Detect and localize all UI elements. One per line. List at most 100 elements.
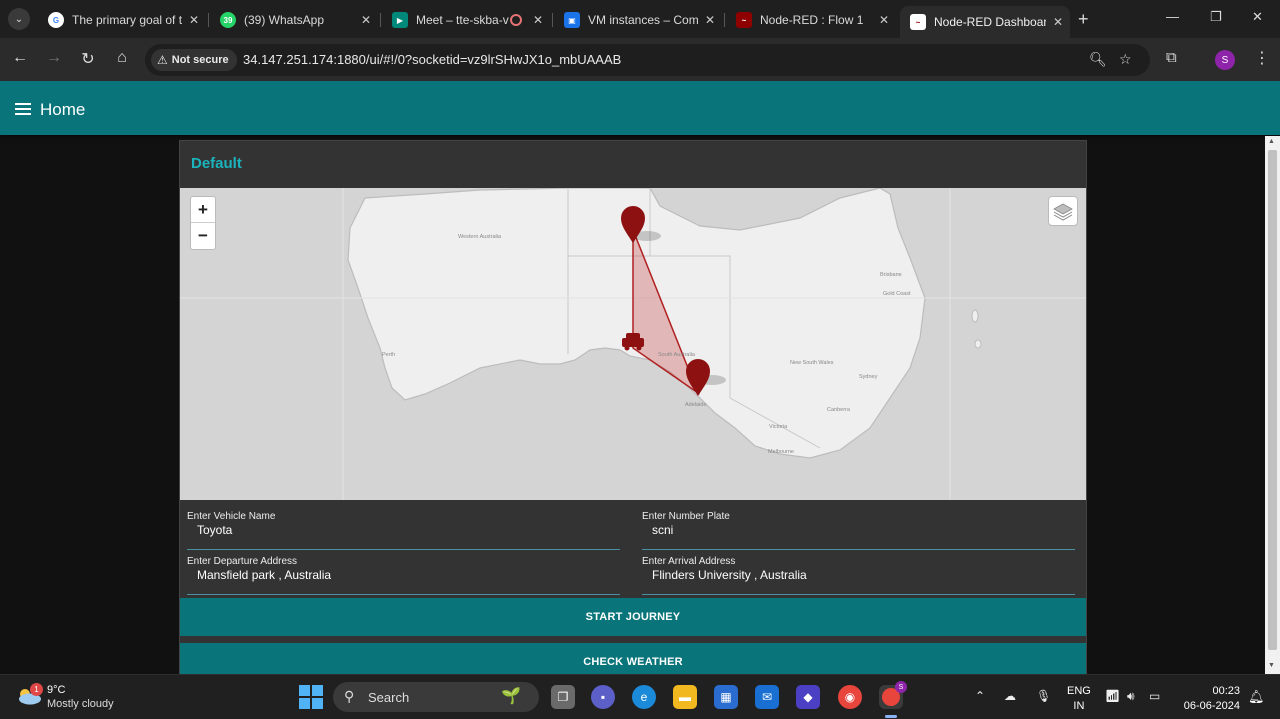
restore-icon[interactable]: ❐: [1210, 9, 1222, 25]
mail-icon[interactable]: ✉: [755, 685, 779, 709]
extensions-icon[interactable]: ⧉: [1166, 49, 1177, 66]
notifications-icon[interactable]: 🔔︎: [1248, 689, 1265, 705]
close-tab-icon[interactable]: ✕: [1046, 15, 1070, 29]
new-tab-icon[interactable]: +: [1078, 9, 1089, 30]
scroll-up-icon[interactable]: ▲: [1268, 138, 1275, 145]
reload-icon[interactable]: ↻: [76, 49, 100, 69]
volume-icon[interactable]: 🔊︎: [1127, 689, 1135, 704]
weather-alert-badge: 1: [30, 683, 43, 696]
close-tab-icon[interactable]: ✕: [354, 13, 378, 27]
address-bar[interactable]: ⚠ Not secure 34.147.251.174:1880/ui/#!/0…: [145, 44, 1150, 76]
map-canvas[interactable]: Western Australia Perth South Australia …: [180, 188, 1086, 500]
map-label-perth: Perth: [382, 352, 395, 358]
compute-engine-icon: ▣: [564, 12, 580, 28]
system-clock[interactable]: 00:23 06-06-2024: [1180, 684, 1240, 714]
map-label-western-australia: Western Australia: [458, 234, 502, 240]
battery-icon[interactable]: ▭: [1149, 689, 1160, 703]
departure-address-input[interactable]: [197, 568, 617, 582]
number-plate-field: Enter Number Plate: [642, 508, 1075, 550]
wifi-icon[interactable]: 📶︎: [1105, 689, 1120, 703]
tab-title: Node-RED : Flow 1: [760, 13, 864, 27]
map-widget[interactable]: Western Australia Perth South Australia …: [180, 188, 1086, 500]
teams-icon[interactable]: ▪: [591, 685, 615, 709]
tab-node-red-flow[interactable]: ~ Node-RED : Flow 1 ✕: [726, 6, 896, 34]
chrome-icon[interactable]: ◉: [838, 685, 862, 709]
task-view-icon[interactable]: ❐: [551, 685, 575, 709]
profile-avatar[interactable]: S: [1215, 50, 1235, 70]
journey-form: Enter Vehicle Name Enter Number Plate En…: [180, 500, 1086, 596]
close-tab-icon[interactable]: ✕: [698, 13, 722, 27]
tab-primary-goal[interactable]: G The primary goal of t ✕: [38, 6, 206, 34]
tab-title: Node-RED Dashboard: [934, 15, 1046, 29]
vehicle-name-input[interactable]: [197, 523, 617, 537]
onedrive-icon[interactable]: ☁: [1004, 689, 1016, 703]
language-code: ENG: [1067, 685, 1091, 697]
show-hidden-icons[interactable]: ⌃: [975, 689, 985, 703]
tab-node-red-dashboard[interactable]: ~ Node-RED Dashboard ✕: [900, 6, 1070, 38]
dashboard-toolbar: Home: [0, 81, 1280, 135]
scrollbar[interactable]: ▲ ▼: [1265, 136, 1280, 674]
start-button[interactable]: [299, 685, 323, 709]
warning-icon: ⚠: [157, 53, 168, 67]
file-explorer-icon[interactable]: ▬: [673, 685, 697, 709]
google-icon: G: [48, 12, 64, 28]
edge-icon[interactable]: e: [632, 685, 656, 709]
browser-menu-icon[interactable]: ⋮: [1254, 48, 1270, 68]
map-label-new-south-wales: New South Wales: [790, 360, 834, 366]
map-label-south-australia: South Australia: [658, 352, 696, 358]
copilot-icon[interactable]: ◆: [796, 685, 820, 709]
tab-meet[interactable]: ▶ Meet – tte-skba-v ✕: [382, 6, 550, 34]
region-code: IN: [1073, 700, 1085, 712]
map-label-gold-coast: Gold Coast: [883, 291, 911, 297]
close-tab-icon[interactable]: ✕: [526, 13, 550, 27]
departure-address-label: Enter Departure Address: [187, 556, 298, 567]
home-icon[interactable]: ⌂: [110, 49, 134, 67]
chrome-profile-badge: S: [895, 681, 907, 693]
menu-icon[interactable]: [15, 103, 31, 115]
start-journey-button[interactable]: START JOURNEY: [180, 598, 1086, 636]
map-label-sydney: Sydney: [859, 374, 878, 380]
close-tab-icon[interactable]: ✕: [182, 13, 206, 27]
minimize-icon[interactable]: —: [1166, 9, 1179, 24]
security-chip[interactable]: ⚠ Not secure: [151, 49, 237, 71]
security-label: Not secure: [171, 54, 229, 66]
browser-tab-bar: ⌄ G The primary goal of t ✕ 39 (39) What…: [0, 0, 1280, 38]
layers-button[interactable]: [1048, 196, 1078, 226]
search-highlight-icon: 🌱: [501, 688, 521, 705]
microphone-icon[interactable]: 🎙︎: [1036, 689, 1051, 703]
browser-toolbar: ← → ↻ ⌂ ⚠ Not secure 34.147.251.174:1880…: [0, 38, 1280, 81]
temperature: 9°C: [47, 684, 66, 696]
scrollbar-thumb[interactable]: [1268, 150, 1277, 650]
tab-vm-instances[interactable]: ▣ VM instances – Comp ✕: [554, 6, 722, 34]
number-plate-input[interactable]: [652, 523, 1072, 537]
clock-date: 06-06-2024: [1183, 700, 1240, 712]
page-title: Home: [40, 100, 86, 119]
bookmark-star-icon[interactable]: ☆: [1119, 51, 1132, 68]
tab-title: VM instances – Comp: [588, 13, 698, 27]
weather-condition: Mostly cloudy: [47, 698, 114, 710]
taskbar-search[interactable]: ⚲ Search 🌱: [333, 682, 539, 712]
close-window-icon[interactable]: ✕: [1252, 9, 1263, 25]
forward-icon[interactable]: →: [42, 49, 66, 67]
zoom-magnifier-icon[interactable]: 🔍︎: [1089, 51, 1107, 68]
close-tab-icon[interactable]: ✕: [872, 13, 896, 27]
tab-title: The primary goal of t: [72, 13, 182, 27]
map-label-adelaide: Adelaide: [685, 402, 706, 408]
vehicle-name-label: Enter Vehicle Name: [187, 511, 276, 522]
url-text[interactable]: 34.147.251.174:1880/ui/#!/0?socketid=vz9…: [243, 52, 621, 67]
check-weather-button[interactable]: CHECK WEATHER: [180, 643, 1086, 674]
tab-search-button[interactable]: ⌄: [8, 8, 30, 30]
node-red-icon: ~: [736, 12, 752, 28]
dashboard-group: Default Western Australia Perth South Au…: [179, 140, 1087, 674]
microsoft-store-icon[interactable]: ▦: [714, 685, 738, 709]
taskbar-search-label: Search: [368, 690, 410, 705]
arrival-address-label: Enter Arrival Address: [642, 556, 736, 567]
zoom-out-button[interactable]: −: [191, 223, 215, 249]
back-icon[interactable]: ←: [8, 49, 32, 67]
arrival-address-field: Enter Arrival Address: [642, 553, 1075, 595]
zoom-in-button[interactable]: +: [191, 197, 215, 223]
tab-whatsapp[interactable]: 39 (39) WhatsApp ✕: [210, 6, 378, 34]
input-language[interactable]: ENG IN: [1067, 684, 1091, 714]
scroll-down-icon[interactable]: ▼: [1268, 662, 1275, 669]
arrival-address-input[interactable]: [652, 568, 1072, 582]
